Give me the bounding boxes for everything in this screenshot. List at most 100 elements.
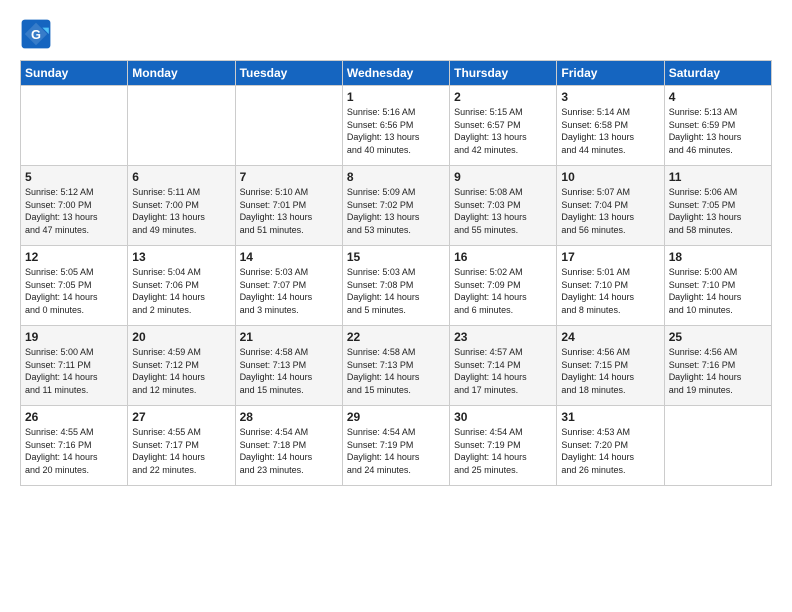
logo: G xyxy=(20,18,56,50)
calendar-cell: 20 Sunrise: 4:59 AMSunset: 7:12 PMDayligh… xyxy=(128,326,235,406)
day-number: 19 xyxy=(25,330,123,344)
calendar-cell: 31Sunrise: 4:53 AMSunset: 7:20 PMDayligh… xyxy=(557,406,664,486)
calendar-cell: 17Sunrise: 5:01 AMSunset: 7:10 PMDayligh… xyxy=(557,246,664,326)
day-info: Sunrise: 4:58 AMSunset: 7:13 PMDaylight:… xyxy=(240,346,338,396)
calendar-cell: 13 Sunrise: 5:04 AMSunset: 7:06 PMDayligh… xyxy=(128,246,235,326)
day-info: Sunrise: 4:54 AMSunset: 7:19 PMDaylight:… xyxy=(347,426,445,476)
day-number: 2 xyxy=(454,90,552,104)
day-info: Sunrise: 5:02 AMSunset: 7:09 PMDaylight:… xyxy=(454,266,552,316)
day-info: Sunrise: 5:04 AMSunset: 7:06 PMDaylight:… xyxy=(132,266,230,316)
calendar-cell: 11 Sunrise: 5:06 AMSunset: 7:05 PMDayligh… xyxy=(664,166,771,246)
calendar-table: SundayMondayTuesdayWednesdayThursdayFrid… xyxy=(20,60,772,486)
week-row-4: 19 Sunrise: 5:00 AMSunset: 7:11 PMDayligh… xyxy=(21,326,772,406)
calendar-cell: 4Sunrise: 5:13 AMSunset: 6:59 PMDaylight… xyxy=(664,86,771,166)
day-number: 20 xyxy=(132,330,230,344)
day-number: 26 xyxy=(25,410,123,424)
calendar-header-row: SundayMondayTuesdayWednesdayThursdayFrid… xyxy=(21,61,772,86)
day-info: Sunrise: 5:16 AMSunset: 6:56 PMDaylight:… xyxy=(347,106,445,156)
day-info: Sunrise: 5:11 AMSunset: 7:00 PMDaylight:… xyxy=(132,186,230,236)
day-info: Sunrise: 5:08 AMSunset: 7:03 PMDaylight:… xyxy=(454,186,552,236)
logo-icon: G xyxy=(20,18,52,50)
day-info: Sunrise: 4:59 AMSunset: 7:12 PMDaylight:… xyxy=(132,346,230,396)
day-info: Sunrise: 5:00 AMSunset: 7:11 PMDaylight:… xyxy=(25,346,123,396)
day-number: 5 xyxy=(25,170,123,184)
svg-text:G: G xyxy=(31,27,41,42)
calendar-cell xyxy=(128,86,235,166)
day-number: 15 xyxy=(347,250,445,264)
week-row-2: 5 Sunrise: 5:12 AMSunset: 7:00 PMDaylight… xyxy=(21,166,772,246)
header-day-wednesday: Wednesday xyxy=(342,61,449,86)
calendar-cell: 16 Sunrise: 5:02 AMSunset: 7:09 PMDayligh… xyxy=(450,246,557,326)
calendar-cell: 18Sunrise: 5:00 AMSunset: 7:10 PMDayligh… xyxy=(664,246,771,326)
day-info: Sunrise: 5:01 AMSunset: 7:10 PMDaylight:… xyxy=(561,266,659,316)
calendar-cell: 19 Sunrise: 5:00 AMSunset: 7:11 PMDayligh… xyxy=(21,326,128,406)
day-number: 6 xyxy=(132,170,230,184)
calendar-cell: 12 Sunrise: 5:05 AMSunset: 7:05 PMDayligh… xyxy=(21,246,128,326)
day-number: 14 xyxy=(240,250,338,264)
day-info: Sunrise: 4:54 AMSunset: 7:18 PMDaylight:… xyxy=(240,426,338,476)
day-info: Sunrise: 5:05 AMSunset: 7:05 PMDaylight:… xyxy=(25,266,123,316)
calendar-cell: 9Sunrise: 5:08 AMSunset: 7:03 PMDaylight… xyxy=(450,166,557,246)
week-row-1: 1Sunrise: 5:16 AMSunset: 6:56 PMDaylight… xyxy=(21,86,772,166)
day-info: Sunrise: 5:09 AMSunset: 7:02 PMDaylight:… xyxy=(347,186,445,236)
calendar-cell: 8 Sunrise: 5:09 AMSunset: 7:02 PMDaylight… xyxy=(342,166,449,246)
calendar-cell xyxy=(664,406,771,486)
day-number: 8 xyxy=(347,170,445,184)
day-number: 30 xyxy=(454,410,552,424)
calendar-cell: 3 Sunrise: 5:14 AMSunset: 6:58 PMDaylight… xyxy=(557,86,664,166)
day-info: Sunrise: 5:07 AMSunset: 7:04 PMDaylight:… xyxy=(561,186,659,236)
header-day-monday: Monday xyxy=(128,61,235,86)
day-info: Sunrise: 4:55 AMSunset: 7:17 PMDaylight:… xyxy=(132,426,230,476)
week-row-5: 26 Sunrise: 4:55 AMSunset: 7:16 PMDayligh… xyxy=(21,406,772,486)
day-number: 31 xyxy=(561,410,659,424)
day-number: 22 xyxy=(347,330,445,344)
day-number: 3 xyxy=(561,90,659,104)
day-info: Sunrise: 5:12 AMSunset: 7:00 PMDaylight:… xyxy=(25,186,123,236)
day-info: Sunrise: 5:10 AMSunset: 7:01 PMDaylight:… xyxy=(240,186,338,236)
day-number: 28 xyxy=(240,410,338,424)
calendar-cell: 5 Sunrise: 5:12 AMSunset: 7:00 PMDaylight… xyxy=(21,166,128,246)
day-info: Sunrise: 4:57 AMSunset: 7:14 PMDaylight:… xyxy=(454,346,552,396)
calendar-cell: 27Sunrise: 4:55 AMSunset: 7:17 PMDayligh… xyxy=(128,406,235,486)
calendar-cell: 10 Sunrise: 5:07 AMSunset: 7:04 PMDayligh… xyxy=(557,166,664,246)
day-number: 29 xyxy=(347,410,445,424)
calendar-cell: 2 Sunrise: 5:15 AMSunset: 6:57 PMDaylight… xyxy=(450,86,557,166)
day-info: Sunrise: 5:15 AMSunset: 6:57 PMDaylight:… xyxy=(454,106,552,156)
calendar-cell: 29 Sunrise: 4:54 AMSunset: 7:19 PMDayligh… xyxy=(342,406,449,486)
header-day-thursday: Thursday xyxy=(450,61,557,86)
day-info: Sunrise: 4:54 AMSunset: 7:19 PMDaylight:… xyxy=(454,426,552,476)
day-info: Sunrise: 5:03 AMSunset: 7:07 PMDaylight:… xyxy=(240,266,338,316)
header-day-sunday: Sunday xyxy=(21,61,128,86)
day-info: Sunrise: 4:56 AMSunset: 7:16 PMDaylight:… xyxy=(669,346,767,396)
header-day-saturday: Saturday xyxy=(664,61,771,86)
day-number: 11 xyxy=(669,170,767,184)
calendar-cell: 24 Sunrise: 4:56 AMSunset: 7:15 PMDayligh… xyxy=(557,326,664,406)
day-info: Sunrise: 5:06 AMSunset: 7:05 PMDaylight:… xyxy=(669,186,767,236)
week-row-3: 12 Sunrise: 5:05 AMSunset: 7:05 PMDayligh… xyxy=(21,246,772,326)
day-info: Sunrise: 5:00 AMSunset: 7:10 PMDaylight:… xyxy=(669,266,767,316)
calendar-cell: 26 Sunrise: 4:55 AMSunset: 7:16 PMDayligh… xyxy=(21,406,128,486)
calendar-cell: 1Sunrise: 5:16 AMSunset: 6:56 PMDaylight… xyxy=(342,86,449,166)
day-info: Sunrise: 4:55 AMSunset: 7:16 PMDaylight:… xyxy=(25,426,123,476)
header-day-friday: Friday xyxy=(557,61,664,86)
day-info: Sunrise: 5:14 AMSunset: 6:58 PMDaylight:… xyxy=(561,106,659,156)
day-info: Sunrise: 4:58 AMSunset: 7:13 PMDaylight:… xyxy=(347,346,445,396)
header-day-tuesday: Tuesday xyxy=(235,61,342,86)
calendar-cell xyxy=(235,86,342,166)
day-number: 16 xyxy=(454,250,552,264)
calendar-cell: 28 Sunrise: 4:54 AMSunset: 7:18 PMDayligh… xyxy=(235,406,342,486)
day-number: 10 xyxy=(561,170,659,184)
day-number: 12 xyxy=(25,250,123,264)
day-number: 21 xyxy=(240,330,338,344)
calendar-cell: 14 Sunrise: 5:03 AMSunset: 7:07 PMDayligh… xyxy=(235,246,342,326)
day-number: 13 xyxy=(132,250,230,264)
day-number: 23 xyxy=(454,330,552,344)
calendar-cell: 23 Sunrise: 4:57 AMSunset: 7:14 PMDayligh… xyxy=(450,326,557,406)
day-info: Sunrise: 5:03 AMSunset: 7:08 PMDaylight:… xyxy=(347,266,445,316)
page: G SundayMondayTuesdayWednesdayThursdayFr… xyxy=(0,0,792,612)
calendar-cell: 6 Sunrise: 5:11 AMSunset: 7:00 PMDaylight… xyxy=(128,166,235,246)
calendar-cell: 21 Sunrise: 4:58 AMSunset: 7:13 PMDayligh… xyxy=(235,326,342,406)
day-number: 24 xyxy=(561,330,659,344)
calendar-cell: 30 Sunrise: 4:54 AMSunset: 7:19 PMDayligh… xyxy=(450,406,557,486)
day-info: Sunrise: 4:56 AMSunset: 7:15 PMDaylight:… xyxy=(561,346,659,396)
